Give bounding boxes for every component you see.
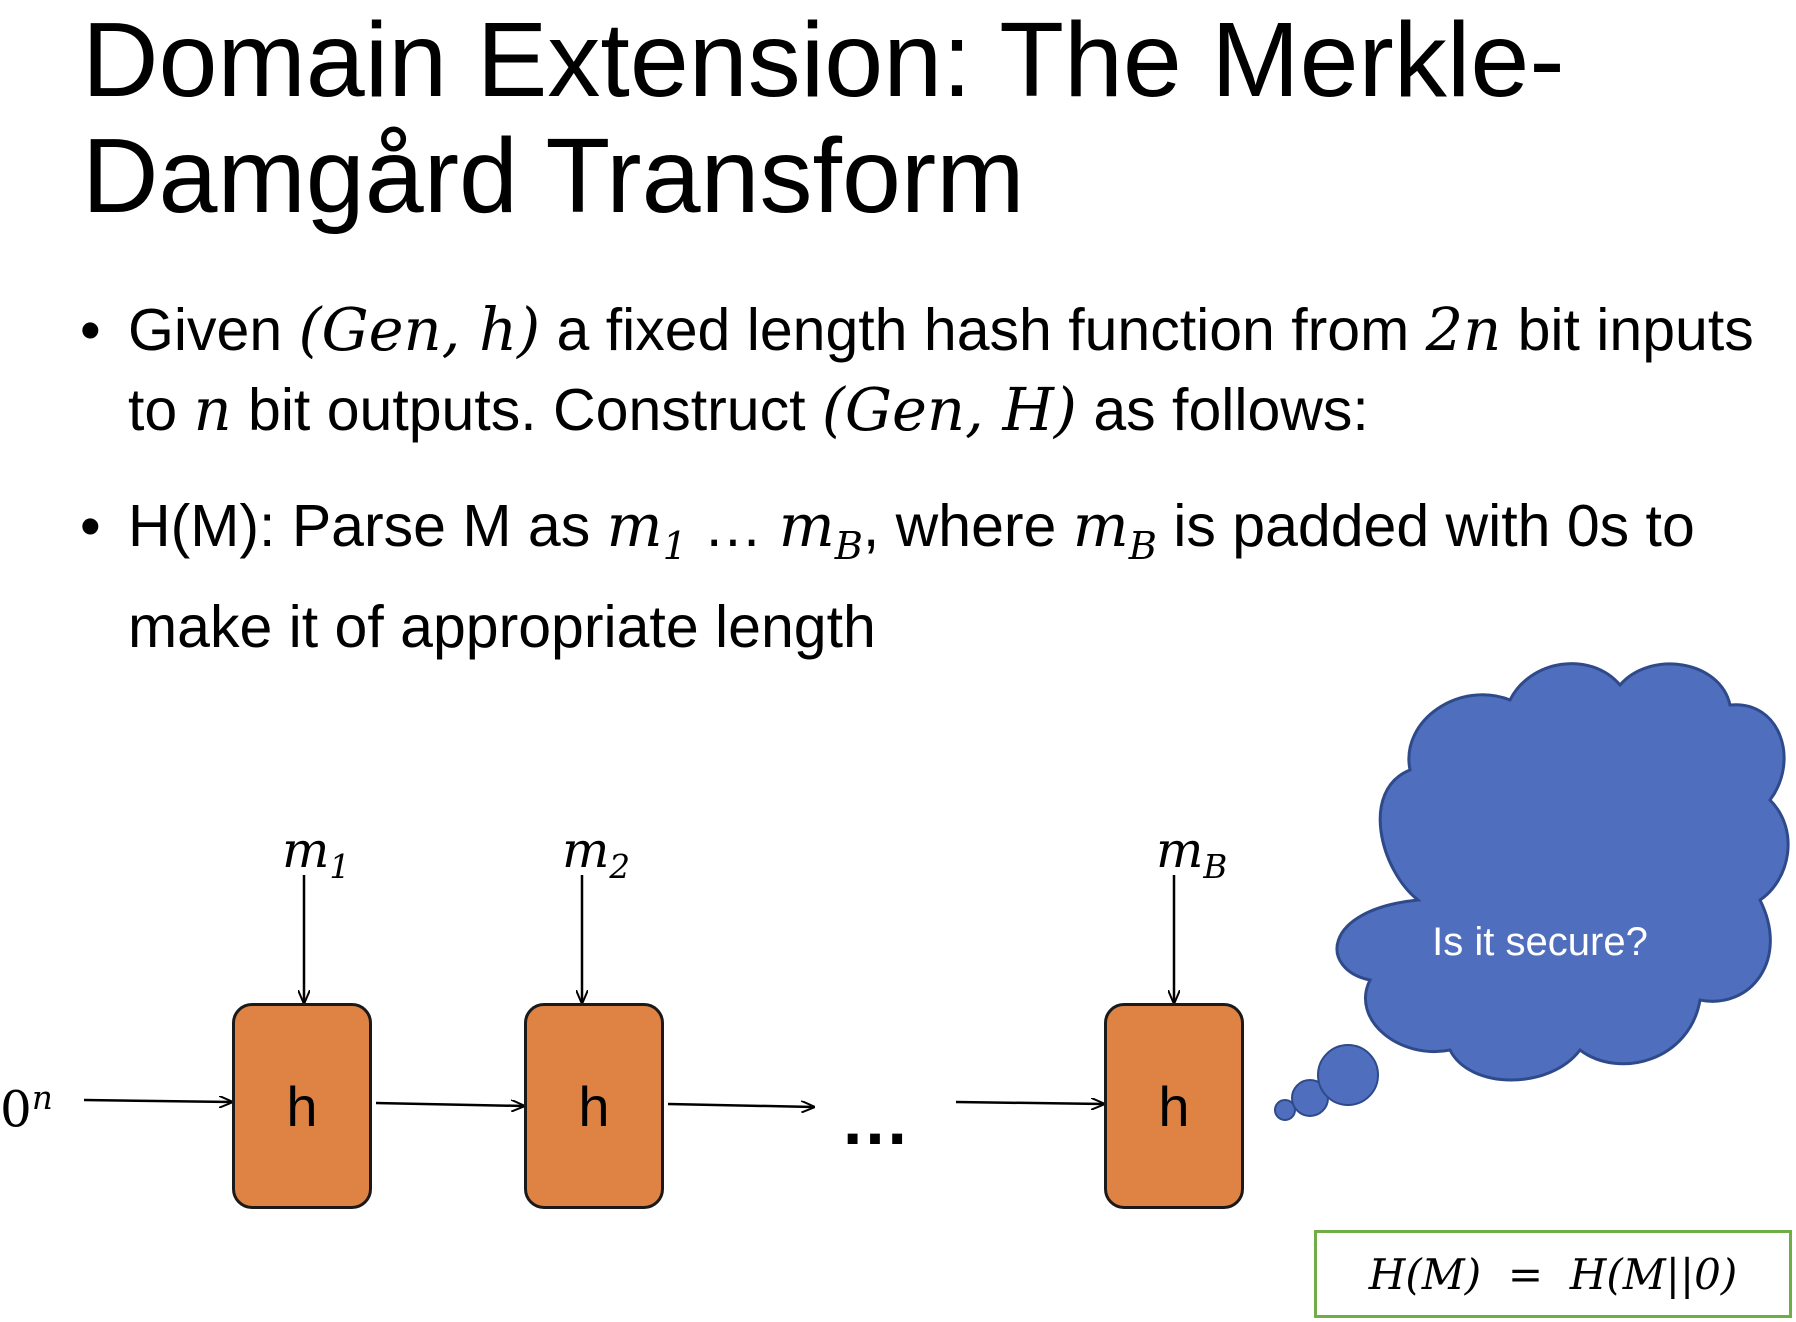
math-n: n <box>193 375 232 444</box>
bullet-dot: • <box>80 493 101 559</box>
input-label-m2: m2 <box>562 821 631 886</box>
chain-arrow-dots-B <box>955 1102 1104 1104</box>
title-line-2: Damgård Transform <box>82 117 1025 235</box>
equation-text: H(M) = H(M||0) <box>1368 1249 1738 1299</box>
bullet-dot: • <box>80 297 101 363</box>
chain-arrow-1-2 <box>375 1103 524 1106</box>
chain-arrow-2-dots <box>667 1104 814 1107</box>
math-gen-h: (Gen, h) <box>298 295 541 364</box>
chain-ellipsis: … <box>840 1081 916 1159</box>
chain-arrow-iv <box>83 1100 232 1102</box>
math-gen-H: (Gen, H) <box>821 375 1077 444</box>
thought-cloud <box>1274 662 1790 1121</box>
math-mB-2: mB <box>1072 491 1157 569</box>
hash-box-2: h <box>524 1003 664 1209</box>
input-label-m1: m1 <box>282 821 351 886</box>
math-m1: m1 <box>606 491 687 569</box>
math-2n: 2n <box>1425 295 1502 364</box>
bullet-2: • H(M): Parse M as m1 … mB, where mB is … <box>80 486 1760 667</box>
hash-box-B: h <box>1104 1003 1244 1209</box>
title-line-1: Domain Extension: The Merkle- <box>82 1 1565 119</box>
bullet-1: • Given (Gen, h) a fixed length hash fun… <box>80 290 1760 450</box>
slide-title: Domain Extension: The Merkle- Damgård Tr… <box>82 2 1762 234</box>
iv-label: 0n <box>0 1079 53 1139</box>
hash-box-1: h <box>232 1003 372 1209</box>
math-mB: mB <box>778 491 863 569</box>
bullet-list: • Given (Gen, h) a fixed length hash fun… <box>80 290 1760 703</box>
input-label-mB: mB <box>1156 821 1228 886</box>
cloud-text: Is it secure? <box>1432 920 1648 964</box>
equation-box: H(M) = H(M||0) <box>1314 1230 1792 1318</box>
